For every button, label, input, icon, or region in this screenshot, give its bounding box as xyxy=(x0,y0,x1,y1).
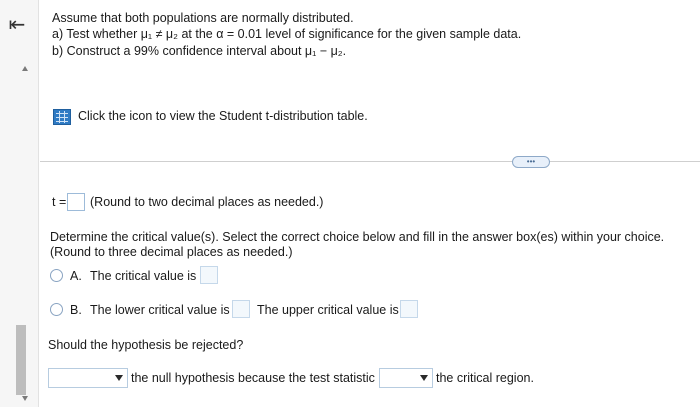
critical-instruction: Determine the critical value(s). Select … xyxy=(50,230,665,244)
t-label: t = xyxy=(52,195,67,209)
option-b-label-lower: The lower critical value is xyxy=(90,303,230,317)
lower-critical-value-input[interactable] xyxy=(232,300,250,318)
critical-round-hint: (Round to three decimal places as needed… xyxy=(50,245,293,259)
scroll-down-icon[interactable] xyxy=(22,396,28,401)
upper-critical-value-input[interactable] xyxy=(400,300,418,318)
test-statistic-input[interactable] xyxy=(67,193,85,211)
option-a-radio[interactable] xyxy=(50,269,63,282)
left-rail: ⇤ xyxy=(0,0,39,407)
problem-part-b: b) Construct a 99% confidence interval a… xyxy=(52,44,347,58)
option-b-letter: B. xyxy=(70,303,82,317)
dropdown-arrow-icon xyxy=(420,375,428,381)
reject-question: Should the hypothesis be rejected? xyxy=(48,338,244,352)
scroll-up-icon[interactable] xyxy=(22,66,28,71)
option-b-radio[interactable] xyxy=(50,303,63,316)
section-divider xyxy=(40,161,700,162)
table-grid-icon[interactable] xyxy=(53,109,71,125)
t-round-hint: (Round to two decimal places as needed.) xyxy=(90,195,324,209)
reject-decision-select[interactable] xyxy=(48,368,128,388)
decision-text-1: the null hypothesis because the test sta… xyxy=(131,371,375,385)
critical-value-input[interactable] xyxy=(200,266,218,284)
option-a-letter: A. xyxy=(70,269,82,283)
option-a-label: The critical value is xyxy=(90,269,197,283)
dropdown-arrow-icon xyxy=(115,375,123,381)
problem-part-a: a) Test whether μ₁ ≠ μ₂ at the α = 0.01 … xyxy=(52,27,522,41)
option-b-label-upper: The upper critical value is xyxy=(257,303,399,317)
comparison-select[interactable] xyxy=(379,368,433,388)
problem-intro: Assume that both populations are normall… xyxy=(52,11,354,25)
decision-text-2: the critical region. xyxy=(436,371,534,385)
t-table-link[interactable]: Click the icon to view the Student t-dis… xyxy=(78,109,368,124)
expand-more-button[interactable]: ••• xyxy=(512,156,550,168)
scrollbar-thumb[interactable] xyxy=(16,325,26,395)
back-arrow-icon[interactable]: ⇤ xyxy=(6,14,28,36)
